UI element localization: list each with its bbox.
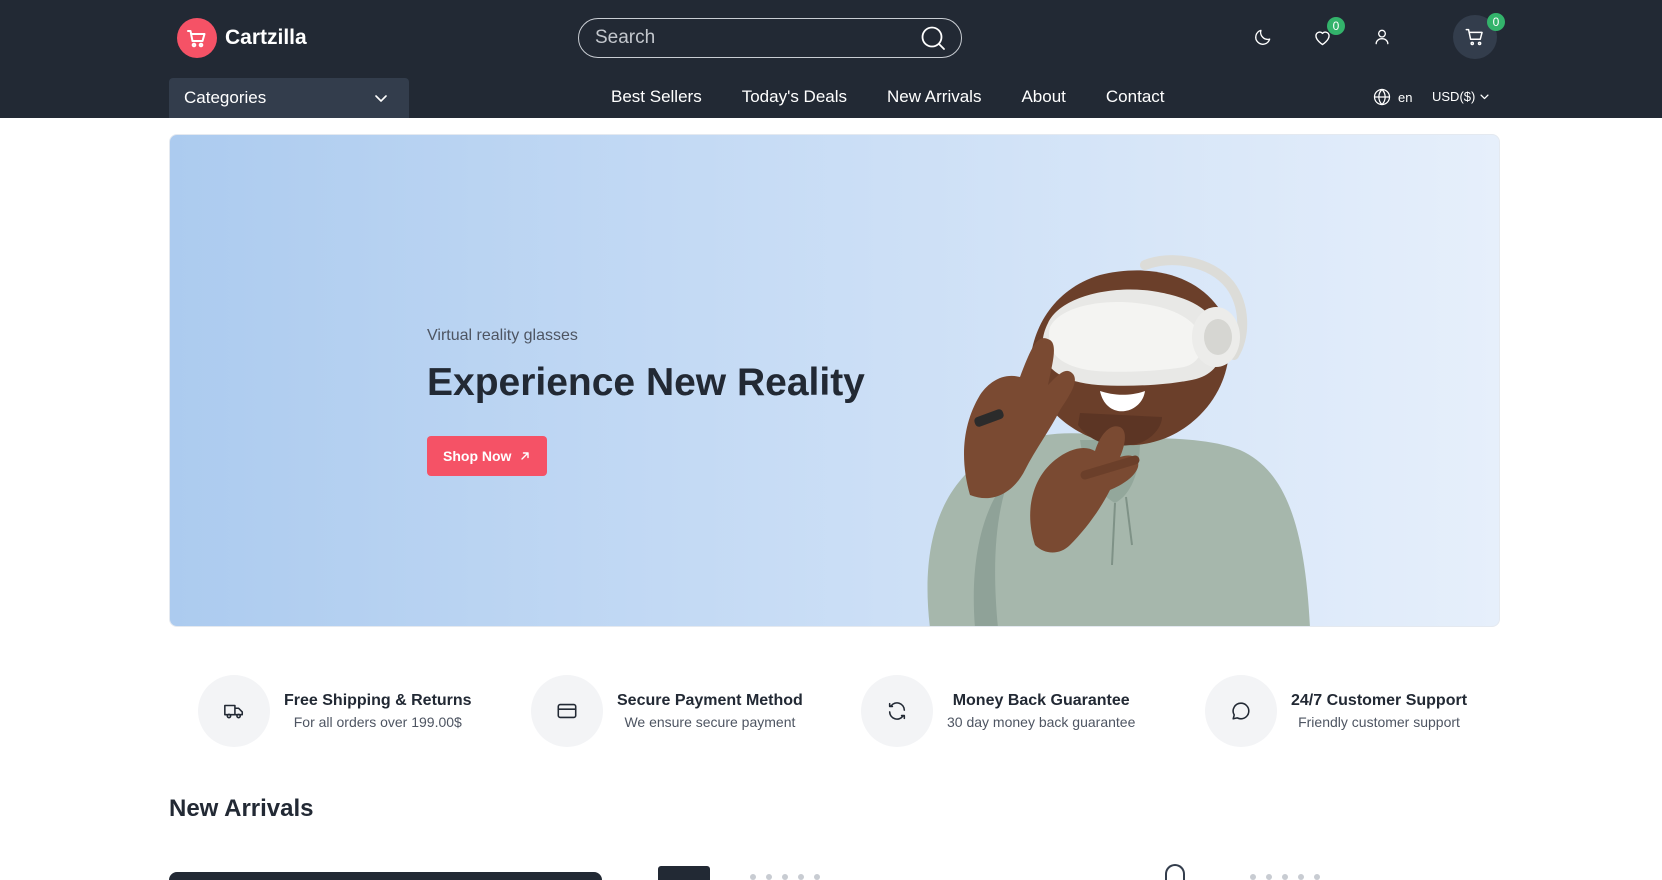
feature-title: Free Shipping & Returns <box>284 692 472 709</box>
nav-link-todays-deals[interactable]: Today's Deals <box>742 87 847 107</box>
feature-title: Secure Payment Method <box>617 692 803 709</box>
credit-card-icon <box>531 675 603 747</box>
product-image[interactable] <box>658 866 710 880</box>
feature-text: 24/7 Customer Support Friendly customer … <box>1291 692 1467 730</box>
language-label: en <box>1398 89 1413 105</box>
moon-icon[interactable] <box>1250 24 1276 50</box>
hero-title: Experience New Reality <box>427 361 865 404</box>
feature-secure-payment: Secure Payment Method We ensure secure p… <box>531 675 803 747</box>
feature-description: 30 day money back guarantee <box>947 714 1136 730</box>
truck-icon <box>198 675 270 747</box>
cart-icon <box>1465 28 1483 46</box>
featured-product-card[interactable] <box>169 872 602 880</box>
brand-name: Cartzilla <box>225 26 307 49</box>
logo[interactable]: Cartzilla <box>177 18 307 58</box>
cart-count-badge: 0 <box>1487 13 1505 31</box>
refresh-icon <box>861 675 933 747</box>
chevron-down-icon <box>1480 94 1489 100</box>
feature-title: Money Back Guarantee <box>952 692 1130 709</box>
search-icon[interactable] <box>919 24 947 52</box>
feature-text: Secure Payment Method We ensure secure p… <box>617 692 803 730</box>
globe-icon <box>1373 88 1391 106</box>
features-row: Free Shipping & Returns For all orders o… <box>198 675 1478 747</box>
nav-link-contact[interactable]: Contact <box>1106 87 1165 107</box>
shop-now-button[interactable]: Shop Now <box>427 436 548 476</box>
cart-button[interactable]: 0 <box>1453 13 1505 59</box>
account-button[interactable] <box>1369 24 1395 50</box>
rating-stars <box>1250 874 1340 880</box>
search-bar <box>578 18 962 58</box>
nav-link-new-arrivals[interactable]: New Arrivals <box>887 87 981 107</box>
feature-description: For all orders over 199.00$ <box>293 714 462 730</box>
vr-person-image <box>927 255 1310 626</box>
feature-customer-support: 24/7 Customer Support Friendly customer … <box>1205 675 1467 747</box>
feature-shipping: Free Shipping & Returns For all orders o… <box>198 675 472 747</box>
search-input[interactable] <box>595 27 919 49</box>
feature-money-back: Money Back Guarantee 30 day money back g… <box>861 675 1135 747</box>
cart-logo-icon <box>177 18 217 58</box>
currency-selector[interactable]: USD($) <box>1432 89 1490 104</box>
arrow-up-right-icon <box>521 452 530 460</box>
shop-now-label: Shop Now <box>443 448 512 464</box>
main-nav: Best Sellers Today's Deals New Arrivals … <box>611 87 1165 107</box>
feature-title: 24/7 Customer Support <box>1291 692 1468 709</box>
wishlist-count-badge: 0 <box>1327 17 1345 35</box>
feature-text: Free Shipping & Returns For all orders o… <box>284 692 472 730</box>
nav-link-about[interactable]: About <box>1021 87 1065 107</box>
categories-label: Categories <box>184 88 267 107</box>
hero-banner: Virtual reality glasses Experience New R… <box>169 134 1500 627</box>
site-header: Cartzilla 0 0 <box>0 0 1662 118</box>
currency-label: USD($) <box>1432 89 1476 104</box>
feature-text: Money Back Guarantee 30 day money back g… <box>947 692 1135 730</box>
language-selector[interactable]: en <box>1372 87 1412 107</box>
nav-link-best-sellers[interactable]: Best Sellers <box>611 87 702 107</box>
feature-description: We ensure secure payment <box>624 714 796 730</box>
categories-dropdown[interactable]: Categories <box>169 78 409 118</box>
chat-icon <box>1205 675 1277 747</box>
chevron-down-icon <box>375 95 387 102</box>
new-arrivals-heading: New Arrivals <box>169 795 314 822</box>
user-icon <box>1375 29 1389 45</box>
rating-stars <box>750 874 840 880</box>
feature-description: Friendly customer support <box>1298 714 1460 730</box>
hero-subtitle: Virtual reality glasses <box>427 327 578 344</box>
wishlist-button[interactable]: 0 <box>1309 17 1345 50</box>
product-image[interactable] <box>1165 864 1185 880</box>
